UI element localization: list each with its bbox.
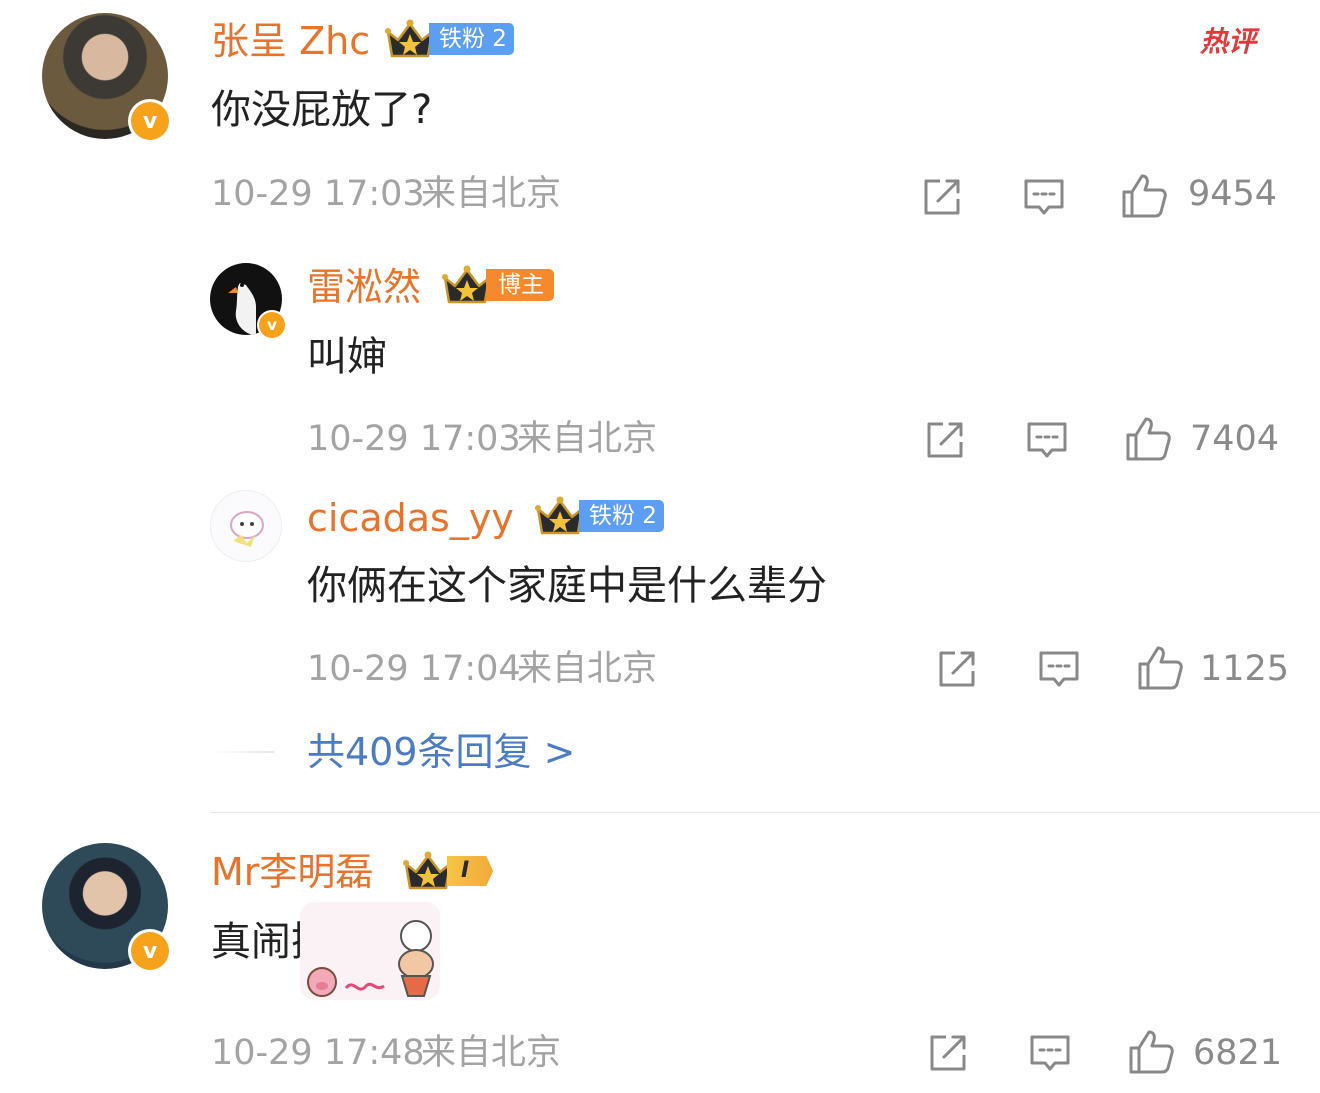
like-icon[interactable]	[1120, 172, 1168, 220]
share-icon[interactable]	[920, 175, 964, 219]
verified-icon: v	[257, 310, 287, 340]
share-icon[interactable]	[935, 647, 979, 691]
blogger-badge[interactable]: 博主	[442, 268, 554, 302]
blogger-badge-label: 博主	[486, 269, 554, 301]
comment-icon[interactable]	[1028, 1031, 1072, 1075]
reply-time: 10-29 17:03	[307, 419, 521, 459]
share-icon[interactable]	[926, 1031, 970, 1075]
username[interactable]: 雷淞然	[307, 268, 421, 306]
comment-time: 10-29 17:03	[211, 174, 425, 214]
comment-icon[interactable]	[1037, 647, 1081, 691]
like-count: 1125	[1200, 649, 1290, 689]
reply-text: 叫婶	[307, 334, 387, 380]
verified-icon: v	[128, 99, 172, 143]
more-replies-link[interactable]: 共409条回复 >	[307, 733, 575, 771]
reply-location: 来自北京	[517, 649, 658, 689]
level-badge[interactable]: I	[403, 850, 494, 892]
fan-badge-label: 铁粉 2	[579, 500, 664, 532]
reply-location: 来自北京	[517, 419, 658, 459]
comment-location: 来自北京	[421, 174, 562, 214]
comment-divider	[210, 812, 1320, 813]
crown-icon	[535, 495, 585, 537]
reply-thread-line	[210, 751, 274, 753]
like-count: 6821	[1193, 1033, 1283, 1073]
crown-icon	[385, 18, 435, 60]
fan-badge[interactable]: 铁粉 2	[385, 22, 514, 56]
username[interactable]: Mr李明磊	[211, 853, 373, 891]
like-icon[interactable]	[1136, 644, 1184, 692]
like-count: 9454	[1188, 174, 1278, 214]
username[interactable]: 张呈 Zhc	[211, 22, 370, 60]
like-count: 7404	[1190, 419, 1280, 459]
like-icon[interactable]	[1124, 415, 1172, 463]
reply-time: 10-29 17:04	[307, 649, 521, 689]
share-icon[interactable]	[923, 418, 967, 462]
verified-icon: v	[128, 929, 172, 973]
fan-badge-label: 铁粉 2	[429, 23, 514, 55]
hot-comment-tag: 热评	[1200, 25, 1257, 58]
reply-text: 你俩在这个家庭中是什么辈分	[307, 563, 827, 609]
sticker-image	[300, 902, 440, 1000]
avatar[interactable]	[210, 490, 282, 562]
comment-text: 你没屁放了?	[211, 87, 433, 133]
comment-location: 来自北京	[421, 1033, 562, 1073]
comment-icon[interactable]	[1025, 418, 1069, 462]
username[interactable]: cicadas_yy	[307, 499, 514, 537]
level-badge-label: I	[447, 856, 494, 886]
crown-icon	[442, 264, 492, 306]
crown-icon	[403, 850, 453, 892]
comment-icon[interactable]	[1022, 175, 1066, 219]
fan-badge[interactable]: 铁粉 2	[535, 499, 664, 533]
comment-time: 10-29 17:48	[211, 1033, 425, 1073]
cartoon-avatar-icon	[230, 511, 264, 547]
like-icon[interactable]	[1127, 1028, 1175, 1076]
